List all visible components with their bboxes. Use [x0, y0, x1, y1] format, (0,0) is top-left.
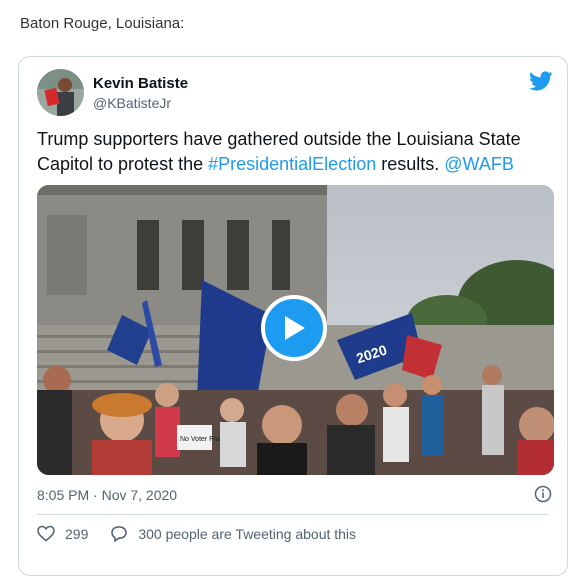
mention-link[interactable]: @WAFB	[444, 154, 514, 174]
author-handle[interactable]: @KBatisteJr	[93, 95, 171, 111]
heart-icon	[37, 525, 55, 542]
like-action[interactable]: 299	[37, 525, 88, 542]
author-name[interactable]: Kevin Batiste	[93, 75, 188, 92]
conversation-text: 300 people are Tweeting about this	[138, 525, 357, 542]
play-button[interactable]	[261, 295, 327, 361]
hashtag-link[interactable]: #PresidentialElection	[208, 154, 376, 174]
tweet-text: Trump supporters have gathered outside t…	[37, 127, 552, 177]
video-thumbnail[interactable]: 2020 No Voter Fraud	[37, 185, 554, 475]
info-icon[interactable]	[534, 485, 552, 503]
like-count: 299	[65, 525, 89, 542]
twitter-bird-icon[interactable]	[529, 69, 553, 93]
comment-icon	[111, 526, 128, 542]
embed-intro-text: Baton Rouge, Louisiana:	[20, 15, 185, 32]
divider	[37, 514, 549, 515]
tweet-actions: 299 300 people are Tweeting about this	[37, 525, 378, 542]
tweet-timestamp[interactable]: 8:05 PM · Nov 7, 2020	[37, 487, 177, 503]
tweet-card[interactable]: Kevin Batiste @KBatisteJr Trump supporte…	[18, 56, 568, 576]
avatar[interactable]	[37, 69, 84, 116]
play-icon	[285, 316, 305, 340]
tweet-text-part: results.	[376, 154, 445, 174]
conversation-action[interactable]: 300 people are Tweeting about this	[110, 525, 356, 542]
